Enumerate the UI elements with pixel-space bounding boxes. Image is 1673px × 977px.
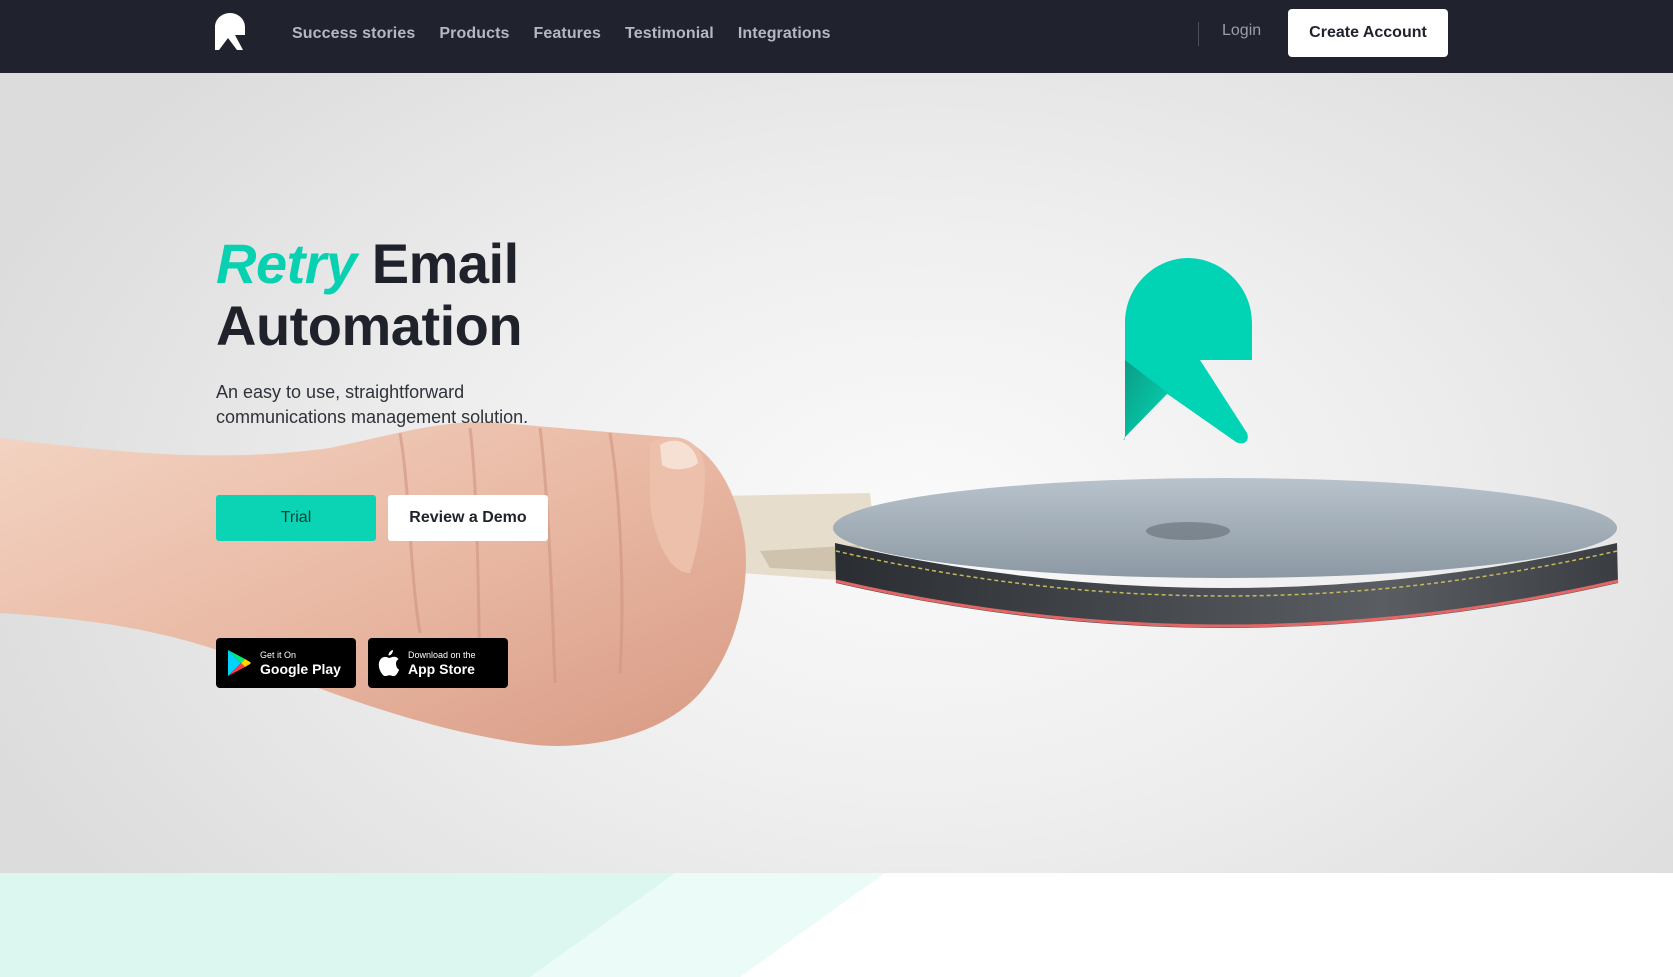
app-store-badge[interactable]: Download on the App Store (368, 638, 508, 688)
nav-link-integrations[interactable]: Integrations (738, 25, 831, 43)
nav-link-success-stories[interactable]: Success stories (292, 25, 415, 43)
nav-link-features[interactable]: Features (534, 25, 602, 43)
hero-title-line2: Automation (216, 294, 523, 357)
app-store-big-text: App Store (408, 660, 475, 677)
hero-title-accent: Retry (216, 232, 357, 295)
top-navbar: Success stories Products Features Testim… (0, 0, 1673, 73)
teal-stripes-decoration (0, 873, 885, 977)
google-play-badge[interactable]: Get it On Google Play (216, 638, 356, 688)
nav-link-products[interactable]: Products (439, 25, 509, 43)
app-store-text: Download on the App Store (408, 649, 476, 677)
nav-divider (1198, 22, 1199, 46)
google-play-icon (228, 650, 251, 676)
review-demo-button[interactable]: Review a Demo (388, 495, 548, 541)
hero-title: Retry Email Automation (216, 233, 816, 357)
login-link[interactable]: Login (1222, 22, 1261, 40)
trial-button[interactable]: Trial (216, 495, 376, 541)
main-nav: Success stories Products Features Testim… (292, 0, 831, 68)
app-store-small-text: Download on the (408, 649, 476, 660)
hero-title-word: Email (371, 232, 519, 295)
hero-illustration (0, 258, 1619, 746)
hero-subtitle: An easy to use, straightforward communic… (216, 382, 529, 427)
google-play-text: Get it On Google Play (260, 649, 341, 677)
apple-icon (378, 650, 400, 676)
google-play-small-text: Get it On (260, 649, 297, 660)
retry-logo-icon[interactable] (215, 13, 245, 53)
next-section-decor (0, 873, 1673, 977)
create-account-button[interactable]: Create Account (1288, 9, 1448, 57)
hero-section: Retry Email Automation An easy to use, s… (0, 73, 1673, 873)
nav-link-testimonial[interactable]: Testimonial (625, 25, 714, 43)
google-play-big-text: Google Play (260, 660, 341, 677)
